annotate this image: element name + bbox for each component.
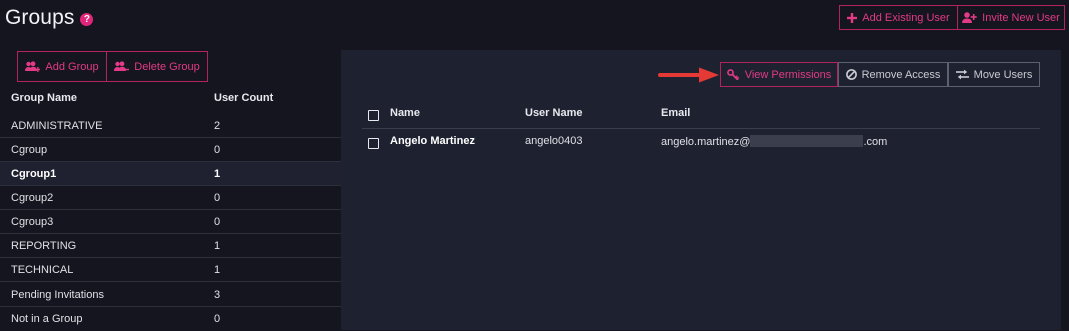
- move-users-label: Move Users: [973, 68, 1033, 81]
- remove-access-label: Remove Access: [861, 68, 941, 81]
- red-arrow-icon: [658, 67, 719, 83]
- key-icon: [726, 69, 739, 80]
- ban-icon: [845, 69, 857, 80]
- email-prefix: angelo.martinez@: [661, 136, 751, 148]
- view-permissions-button[interactable]: View Permissions: [720, 62, 838, 87]
- remove-access-button[interactable]: Remove Access: [838, 62, 948, 87]
- group-row-reporting[interactable]: REPORTING 1: [0, 234, 341, 258]
- group-members-panel: View Permissions Remove Access Move User…: [341, 50, 1061, 330]
- move-users-button[interactable]: Move Users: [948, 62, 1040, 87]
- group-name: REPORTING: [11, 240, 77, 252]
- user-name-cell: Angelo Martinez: [390, 135, 475, 147]
- group-user-count: 0: [214, 313, 221, 325]
- view-permissions-label: View Permissions: [744, 68, 832, 81]
- page-title: Groups: [5, 6, 75, 29]
- row-checkbox[interactable]: [368, 138, 379, 149]
- user-plus-icon: [962, 12, 977, 23]
- swap-arrows-icon: [955, 69, 969, 80]
- group-name: ADMINISTRATIVE: [11, 120, 103, 132]
- invite-new-user-label: Invite New User: [982, 11, 1060, 24]
- add-group-label: Add Group: [45, 60, 99, 73]
- group-row-not-in-a-group[interactable]: Not in a Group 0: [0, 307, 341, 331]
- group-row-administrative[interactable]: ADMINISTRATIVE 2: [0, 114, 341, 138]
- group-user-count: 1: [214, 240, 221, 252]
- group-user-count: 3: [214, 289, 221, 301]
- group-row-cgroup3[interactable]: Cgroup3 0: [0, 210, 341, 234]
- group-name: Cgroup: [11, 144, 48, 156]
- group-row-cgroup1[interactable]: Cgroup1 1: [0, 162, 341, 186]
- group-name: Pending Invitations: [11, 289, 104, 301]
- group-name: TECHNICAL: [11, 264, 74, 276]
- delete-group-label: Delete Group: [134, 60, 200, 73]
- group-user-count: 2: [214, 120, 221, 132]
- page-header: Groups ?: [5, 5, 94, 31]
- group-user-count: 0: [214, 192, 221, 204]
- delete-group-button[interactable]: Delete Group: [106, 51, 208, 82]
- plus-icon: [847, 12, 858, 23]
- email-suffix: .com: [863, 136, 888, 148]
- redacted-block: [750, 135, 864, 147]
- group-user-count: 1: [214, 264, 221, 276]
- invite-new-user-button[interactable]: Invite New User: [957, 5, 1065, 30]
- group-user-count: 1: [214, 168, 221, 180]
- user-email-cell: angelo.martinez@ .com: [661, 135, 887, 148]
- group-user-count: 0: [214, 144, 221, 156]
- select-all-checkbox[interactable]: [368, 110, 379, 121]
- group-row-pending-invitations[interactable]: Pending Invitations 3: [0, 283, 341, 307]
- add-group-button[interactable]: Add Group: [17, 51, 107, 82]
- group-name: Cgroup1: [11, 168, 57, 180]
- add-existing-user-button[interactable]: Add Existing User: [839, 5, 958, 30]
- group-row-technical[interactable]: TECHNICAL 1: [0, 258, 341, 282]
- column-header-email: Email: [661, 107, 691, 119]
- group-row-cgroup2[interactable]: Cgroup2 0: [0, 186, 341, 210]
- help-icon[interactable]: ?: [80, 12, 94, 26]
- group-name: Cgroup2: [11, 192, 54, 204]
- column-header-user-name: User Name: [525, 107, 583, 119]
- table-divider: [362, 128, 1040, 129]
- add-existing-user-label: Add Existing User: [862, 11, 950, 24]
- users-plus-icon: [25, 61, 41, 72]
- group-name: Not in a Group: [11, 313, 83, 325]
- column-header-user-count: User Count: [214, 92, 274, 104]
- group-user-count: 0: [214, 216, 221, 228]
- column-header-group-name: Group Name: [11, 92, 78, 104]
- user-username-cell: angelo0403: [525, 135, 583, 147]
- group-name: Cgroup3: [11, 216, 54, 228]
- users-minus-icon: [114, 61, 130, 71]
- group-row-cgroup[interactable]: Cgroup 0: [0, 138, 341, 162]
- column-header-name: Name: [390, 107, 420, 119]
